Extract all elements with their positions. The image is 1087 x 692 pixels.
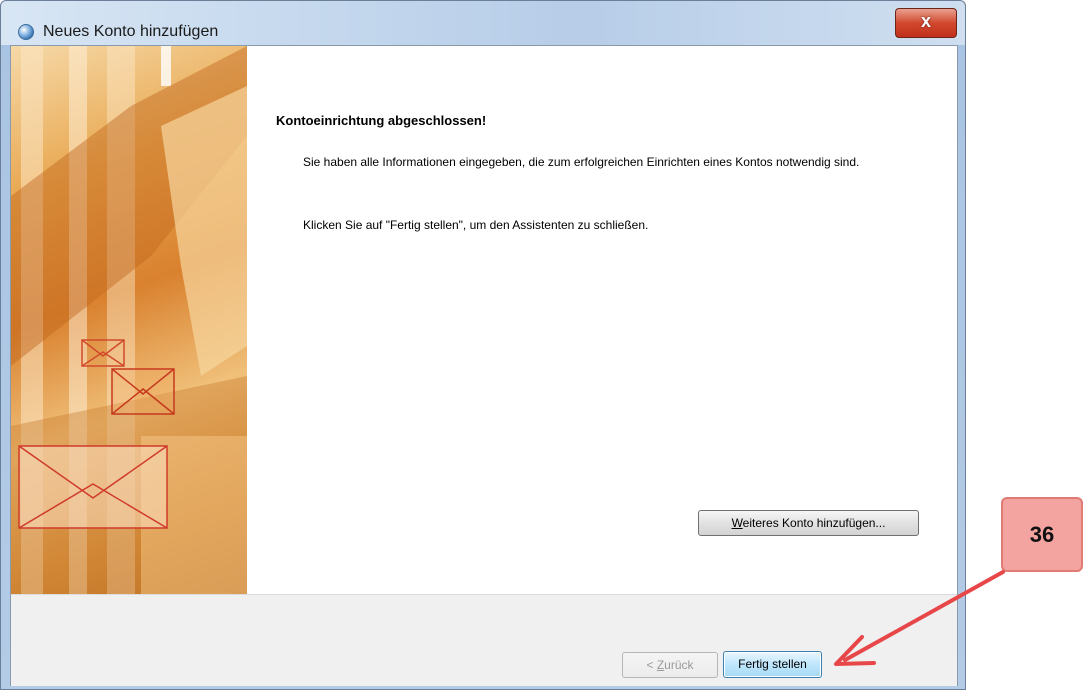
annotation-arrow: [834, 570, 1005, 666]
